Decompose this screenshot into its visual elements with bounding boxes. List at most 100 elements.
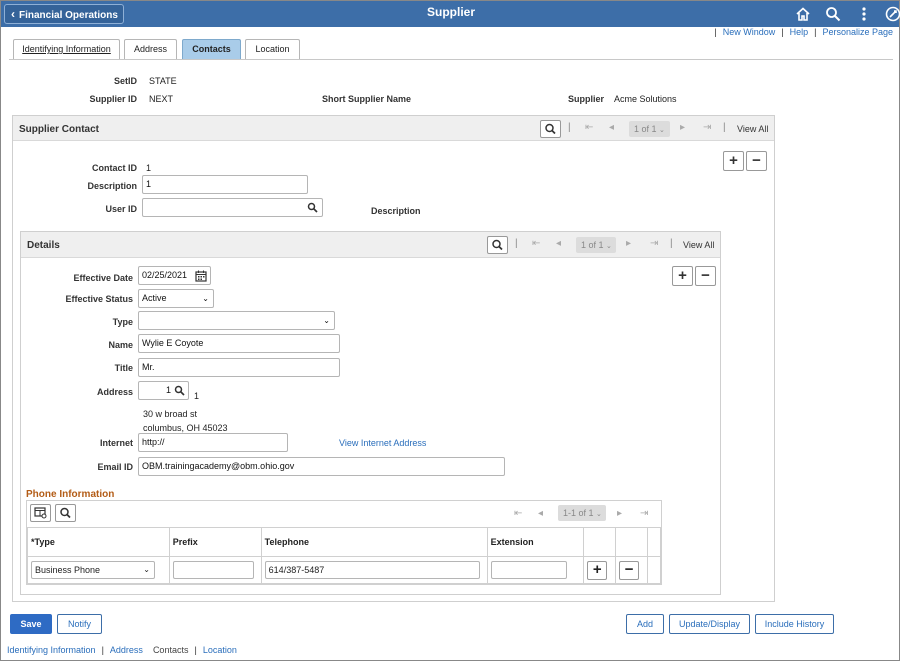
notify-button[interactable]: Notify: [57, 614, 102, 634]
tab-label: Location: [255, 44, 290, 54]
column-add: [583, 527, 617, 557]
search-icon: [545, 123, 556, 135]
user-id-input[interactable]: [142, 198, 323, 217]
header-bar: ‹ Financial Operations Supplier: [1, 1, 900, 27]
supplier-contact-title: Supplier Contact: [19, 124, 100, 135]
tab-label: Address: [133, 44, 168, 54]
search-icon[interactable]: [825, 6, 841, 22]
first-page-icon[interactable]: ⇤: [585, 122, 593, 133]
add-button[interactable]: Add: [626, 614, 664, 634]
type-label: Type: [112, 317, 133, 327]
add-contact-button[interactable]: +: [723, 151, 744, 171]
footer-link-identifying-information[interactable]: Identifying Information: [7, 645, 96, 655]
view-all-link[interactable]: View All: [737, 124, 768, 134]
supplier-contact-header: Supplier Contact | ⇤ ◂ 1 of 1 ⌄ ▸ ⇥ | Vi…: [13, 116, 774, 141]
phone-pager[interactable]: 1-1 of 1 ⌄: [558, 505, 606, 521]
tab-address[interactable]: Address: [124, 39, 177, 59]
supplier-value: Acme Solutions: [614, 94, 677, 104]
prefix-input[interactable]: [172, 561, 254, 579]
contact-id-value: 1: [146, 163, 152, 173]
save-button[interactable]: Save: [10, 614, 52, 634]
phone-type-select[interactable]: Business Phone ⌄: [31, 561, 155, 579]
first-page-icon[interactable]: ⇤: [514, 508, 522, 519]
pager-text: 1 of 1: [634, 124, 657, 134]
next-page-icon[interactable]: ▸: [617, 508, 622, 519]
internet-label: Internet: [99, 438, 133, 448]
column-type: *Type: [27, 527, 170, 557]
previous-page-icon[interactable]: ◂: [538, 508, 543, 519]
supplier-contact-search-button[interactable]: [540, 120, 561, 138]
telephone-cell: 614/387-5487: [260, 556, 488, 584]
chevron-down-icon: ⌄: [202, 294, 209, 303]
home-icon[interactable]: [795, 6, 811, 22]
previous-page-icon[interactable]: ◂: [556, 238, 561, 249]
delete-detail-button[interactable]: −: [695, 266, 716, 286]
name-input[interactable]: Wylie E Coyote: [138, 334, 340, 353]
nav-separator: |: [723, 122, 726, 133]
setid-value: STATE: [149, 76, 177, 86]
grid-settings-icon: [34, 507, 47, 519]
details-pager[interactable]: 1 of 1 ⌄: [576, 237, 616, 253]
calendar-icon[interactable]: [195, 270, 207, 282]
back-button[interactable]: ‹ Financial Operations: [4, 4, 124, 24]
address-input[interactable]: 1: [138, 381, 189, 400]
navbar-icon[interactable]: [885, 6, 900, 22]
next-page-icon[interactable]: ▸: [680, 122, 685, 133]
effective-date-input[interactable]: 02/25/2021: [138, 266, 211, 285]
setid-label: SetID: [113, 76, 137, 86]
phone-search-button[interactable]: [55, 504, 76, 522]
type-cell: Business Phone ⌄: [27, 556, 170, 584]
update-display-button[interactable]: Update/Display: [669, 614, 750, 634]
supplier-contact-pager[interactable]: 1 of 1 ⌄: [629, 121, 670, 137]
tab-contacts[interactable]: Contacts: [182, 39, 241, 59]
pager-text: 1-1 of 1: [563, 508, 594, 518]
search-icon[interactable]: [174, 385, 185, 396]
tab-location[interactable]: Location: [245, 39, 300, 59]
view-all-link[interactable]: View All: [683, 240, 714, 250]
add-phone-button[interactable]: +: [587, 560, 608, 580]
column-spacer: [647, 527, 661, 557]
last-page-icon[interactable]: ⇥: [703, 122, 711, 133]
footer-link-location[interactable]: Location: [203, 645, 237, 655]
address-label: Address: [96, 387, 133, 397]
tab-identifying-information[interactable]: Identifying Information: [13, 39, 120, 59]
previous-page-icon[interactable]: ◂: [609, 122, 614, 133]
footer-link-contacts: Contacts: [152, 645, 189, 655]
nav-separator: |: [568, 122, 571, 133]
top-links: | New Window | Help | Personalize Page: [714, 27, 893, 37]
first-page-icon[interactable]: ⇤: [532, 238, 540, 249]
details-search-button[interactable]: [487, 236, 508, 254]
view-internet-address-link[interactable]: View Internet Address: [339, 438, 426, 448]
more-icon[interactable]: [856, 6, 872, 22]
delete-contact-button[interactable]: −: [746, 151, 767, 171]
last-page-icon[interactable]: ⇥: [640, 508, 648, 519]
new-window-link[interactable]: New Window: [723, 27, 776, 37]
effective-status-select[interactable]: Active ⌄: [138, 289, 214, 308]
email-id-input[interactable]: OBM.trainingacademy@obm.ohio.gov: [138, 457, 505, 476]
footer-link-address[interactable]: Address: [110, 645, 143, 655]
last-page-icon[interactable]: ⇥: [650, 238, 658, 249]
help-link[interactable]: Help: [790, 27, 809, 37]
column-delete: [615, 527, 649, 557]
next-page-icon[interactable]: ▸: [626, 238, 631, 249]
title-input[interactable]: Mr.: [138, 358, 340, 377]
include-history-button[interactable]: Include History: [755, 614, 834, 634]
grid-personalize-button[interactable]: [30, 504, 51, 522]
search-icon[interactable]: [307, 202, 318, 213]
prefix-cell: [168, 556, 262, 584]
internet-input[interactable]: http://: [138, 433, 288, 452]
delete-phone-button[interactable]: −: [619, 560, 640, 580]
add-detail-button[interactable]: +: [672, 266, 693, 286]
nav-separator: |: [670, 238, 673, 249]
chevron-down-icon: ⌄: [143, 565, 150, 574]
details-header: Details | ⇤ ◂ 1 of 1 ⌄ ▸ ⇥ | View All: [21, 232, 720, 258]
address-sequence: 1: [194, 391, 200, 401]
type-select[interactable]: ⌄: [138, 311, 335, 330]
extension-input[interactable]: [490, 561, 567, 579]
description-input[interactable]: 1: [142, 175, 308, 194]
table-row: Business Phone ⌄ 614/387-5487 + −: [27, 556, 661, 584]
personalize-page-link[interactable]: Personalize Page: [822, 27, 893, 37]
effective-date-label: Effective Date: [73, 273, 133, 283]
supplier-id-value: NEXT: [149, 94, 174, 104]
telephone-input[interactable]: 614/387-5487: [264, 561, 480, 579]
